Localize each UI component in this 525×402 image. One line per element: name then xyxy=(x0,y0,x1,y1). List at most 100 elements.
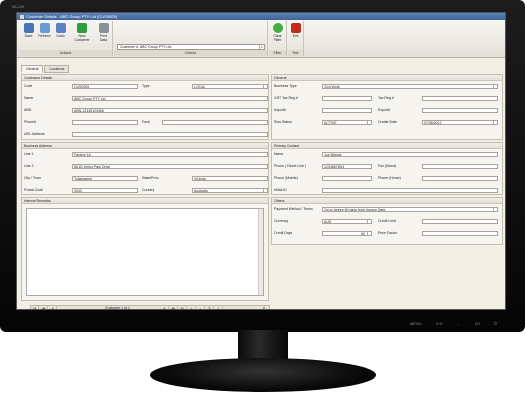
monitor-input-button[interactable]: i/O xyxy=(475,321,480,326)
payment-value: On or before 60 days from Invoice Date xyxy=(324,208,386,212)
first-record-button[interactable]: |◂ xyxy=(31,306,39,309)
edit-record-button[interactable]: ✎ xyxy=(206,306,214,309)
printer-icon xyxy=(98,23,109,33)
state-label: State/Prov. xyxy=(142,176,160,180)
last-record-button[interactable]: ▸| xyxy=(179,306,187,309)
record-position: Customer 1 of 1 xyxy=(105,306,130,310)
save-button[interactable]: Save xyxy=(21,23,36,38)
monitor-menu-button[interactable]: MENU xyxy=(410,321,422,326)
fax-label: Fax# xyxy=(142,120,150,124)
row-status-label: Row Status xyxy=(274,120,292,124)
add-record-button[interactable]: + xyxy=(188,306,196,309)
export-field[interactable] xyxy=(422,108,498,113)
monitor-stand-base xyxy=(150,358,376,392)
vertical-scrollbar[interactable] xyxy=(258,209,263,295)
gst-tax-field[interactable] xyxy=(322,96,372,101)
city-field[interactable]: Tullamarine xyxy=(72,176,138,181)
cancel-edit-icon[interactable]: ✕ xyxy=(260,306,268,309)
contact-name-field[interactable]: Joe Bloggs xyxy=(322,152,498,157)
tab-general[interactable]: General xyxy=(21,65,44,73)
phone-field[interactable] xyxy=(72,120,138,125)
save-label: Save xyxy=(24,34,33,38)
contractor-details-panel: Contractor Details Code CUS0005 Type LOC… xyxy=(21,74,269,140)
credit-days-label: Credit Days xyxy=(274,231,293,235)
business-address-panel: Business Address Line 1 Factory 1# Line … xyxy=(21,142,269,195)
print-data-button[interactable]: Print Data xyxy=(96,23,111,42)
phone-direct-label: Phone ( Direct Line ) xyxy=(274,164,307,168)
row-status-value: ACTIVE xyxy=(324,121,337,125)
credit-days-field[interactable]: 60 xyxy=(322,231,372,236)
line2-field[interactable]: 85-81 Keilor Park Drive xyxy=(72,164,268,169)
payment-select[interactable]: On or before 60 days from Invoice Date xyxy=(322,207,498,212)
state-field[interactable]: Victoria xyxy=(192,176,268,181)
line1-field[interactable]: Factory 1# xyxy=(72,152,268,157)
undo-icon xyxy=(55,23,66,33)
chevron-down-icon xyxy=(367,121,371,124)
filter-group: Clear Filter Filter xyxy=(269,21,287,56)
url-label: URL Address xyxy=(24,132,45,136)
tab-locations[interactable]: Locations xyxy=(44,65,70,73)
power-icon[interactable]: ⏻ xyxy=(494,321,497,326)
phone-direct-field[interactable]: 123456789/1 xyxy=(322,164,372,169)
spinner-icon xyxy=(367,232,371,235)
next-record-button[interactable]: ▸ xyxy=(161,306,169,309)
actions-group-label: Actions xyxy=(19,50,112,56)
refresh-button[interactable]: Refresh xyxy=(37,23,52,38)
app-icon xyxy=(20,14,24,19)
clear-filter-button[interactable]: Clear Filter xyxy=(270,23,285,42)
line2-label: Line 2 xyxy=(24,164,34,168)
business-type-select[interactable]: Civil Work xyxy=(322,84,498,89)
country-select[interactable]: Australia xyxy=(192,188,268,193)
actions-group: Save Refresh Undo New Customer Print Dat… xyxy=(19,21,113,56)
city-label: City / Town xyxy=(24,176,42,180)
panel-title: Contractor Details xyxy=(22,75,268,81)
undo-button[interactable]: Undo xyxy=(53,23,68,38)
confirm-record-button[interactable]: ✓ xyxy=(215,306,223,309)
next-page-button[interactable]: ▸▸ xyxy=(170,306,178,309)
tax-reg-field[interactable] xyxy=(422,96,498,101)
credit-limit-field[interactable] xyxy=(422,219,498,224)
code-field[interactable]: CUS0005 xyxy=(72,84,138,89)
criteria-group-label: Criteria xyxy=(114,50,267,56)
monitor-updown-button[interactable]: ∧/∨ xyxy=(436,321,443,326)
remarks-textarea[interactable] xyxy=(26,208,264,296)
panel-title: Internal Remarks xyxy=(22,198,268,204)
panel-title: Others xyxy=(272,198,502,204)
add-icon xyxy=(77,23,87,33)
url-field[interactable] xyxy=(72,132,268,137)
code-label: Code xyxy=(24,84,33,88)
import-field[interactable] xyxy=(322,108,372,113)
exit-button[interactable]: Exit xyxy=(288,23,303,38)
price-factor-field[interactable] xyxy=(422,231,498,236)
check-icon xyxy=(272,23,283,33)
email-field[interactable] xyxy=(322,188,498,193)
prev-record-button[interactable]: ◂ xyxy=(49,306,57,309)
remove-record-button[interactable]: − xyxy=(197,306,205,309)
currency-select[interactable]: AUD xyxy=(322,219,372,224)
chevron-down-icon xyxy=(493,85,497,88)
tab-strip: General Locations xyxy=(21,65,70,73)
create-date-label: Create Date xyxy=(378,120,397,124)
monitor-back-button[interactable]: ← xyxy=(457,321,461,326)
calendar-icon xyxy=(493,121,497,124)
others-panel: Others Payment Method / Terms On or befo… xyxy=(271,197,503,245)
name-field[interactable]: ABC Group PTY Ltd xyxy=(72,96,268,101)
type-select[interactable]: LOCAL xyxy=(192,84,268,89)
row-status-select[interactable]: ACTIVE xyxy=(322,120,372,125)
title-bar: Customer Details - ABC Group PTY Ltd (CU… xyxy=(17,13,505,20)
prev-page-button[interactable]: ◂◂ xyxy=(40,306,48,309)
chevron-down-icon: ▾ xyxy=(259,45,264,49)
chevron-down-icon xyxy=(263,85,267,88)
model-label: ML249 xyxy=(12,4,25,9)
fax-direct-field[interactable] xyxy=(422,164,498,169)
abn-field[interactable]: ABN-12345123456 xyxy=(72,108,268,113)
phone-mobile-field[interactable] xyxy=(322,176,372,181)
customer-select[interactable]: Customer #: ABC Group PTY Ltd ▾ xyxy=(117,44,265,50)
create-date-field[interactable]: 07/08/2012 xyxy=(422,120,498,125)
new-customer-button[interactable]: New Customer xyxy=(71,23,93,42)
phone-home-field[interactable] xyxy=(422,176,498,181)
filter-group-label: Filter xyxy=(269,50,286,56)
save-icon xyxy=(23,23,34,33)
fax-field[interactable] xyxy=(162,120,268,125)
postal-field[interactable]: 3043 xyxy=(72,188,138,193)
